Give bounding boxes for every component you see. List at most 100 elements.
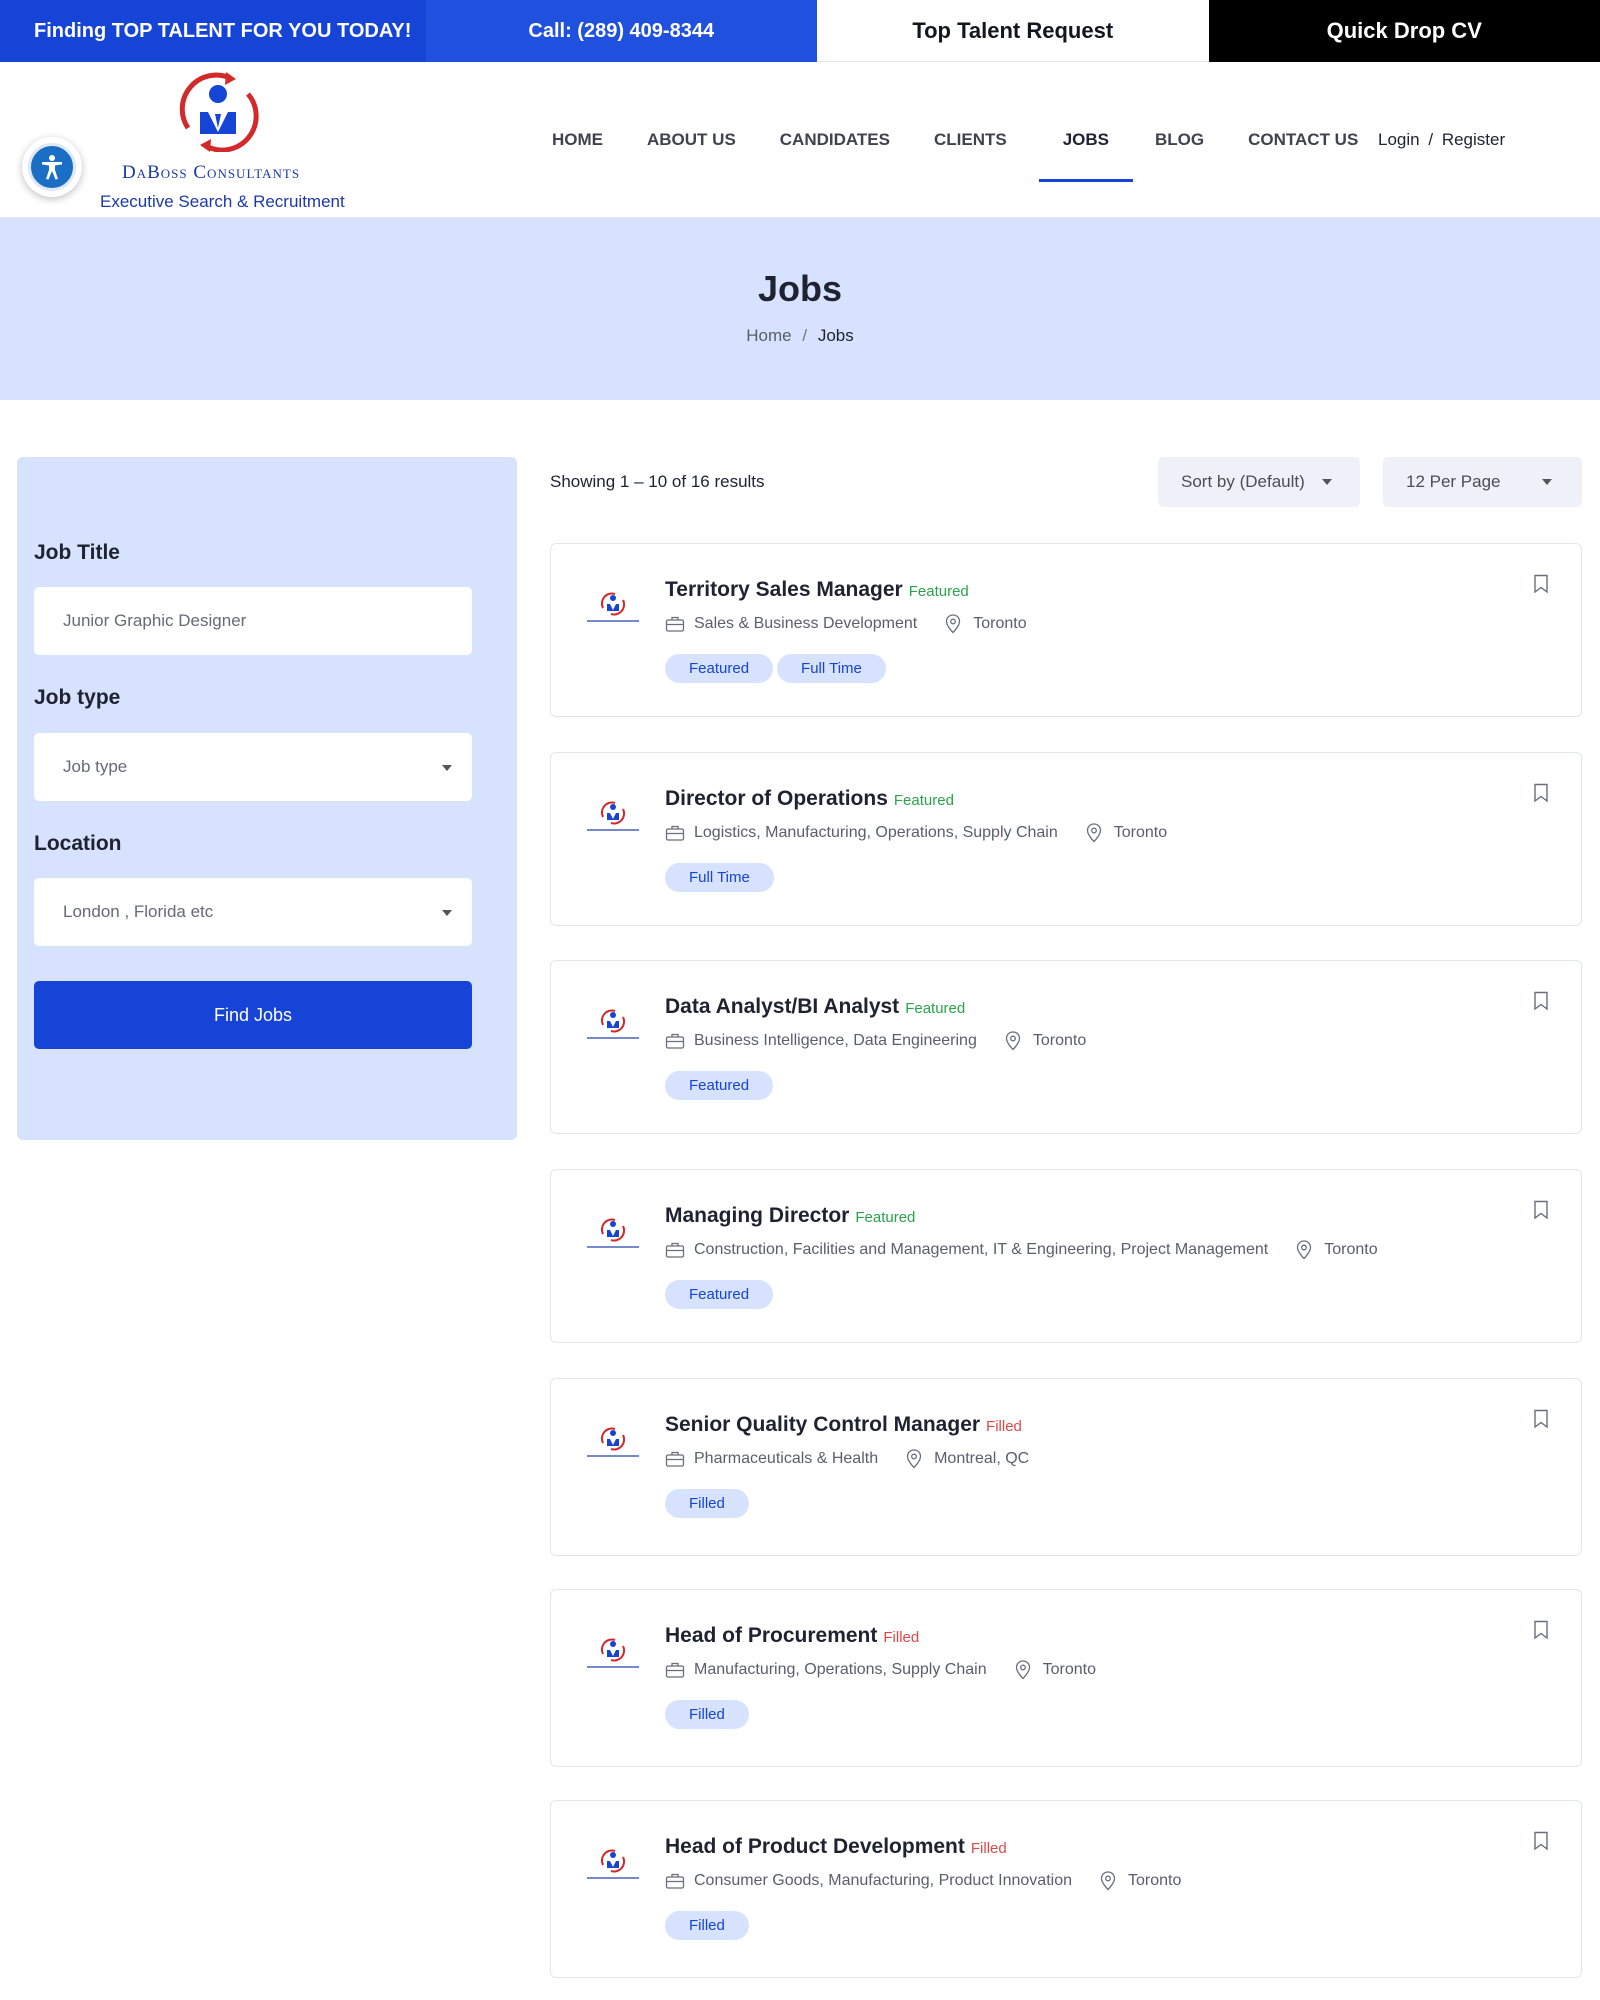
job-location: Toronto xyxy=(1127,1872,1182,1889)
nav-about-us[interactable]: ABOUT US xyxy=(647,62,736,218)
nav-home[interactable]: HOME xyxy=(552,62,603,218)
job-title[interactable]: Senior Quality Control Manager Filled xyxy=(665,1413,1022,1437)
location-select[interactable]: London , Florida etc xyxy=(34,878,472,946)
bookmark-icon[interactable] xyxy=(1533,1831,1549,1851)
job-category: Construction, Facilities and Management,… xyxy=(694,1241,1269,1258)
job-title[interactable]: Territory Sales Manager Featured xyxy=(665,578,969,602)
job-card[interactable]: Managing Director Featured Construction, … xyxy=(550,1169,1582,1343)
job-card[interactable]: Director of Operations Featured Logistics… xyxy=(550,752,1582,926)
job-category: Pharmaceuticals & Health xyxy=(694,1450,879,1467)
map-pin-icon xyxy=(1086,823,1102,843)
job-type-select[interactable]: Job type xyxy=(34,733,472,801)
per-page-dropdown[interactable]: 12 Per Page xyxy=(1383,457,1582,507)
job-tag[interactable]: Featured xyxy=(665,654,774,683)
job-tag[interactable]: Filled xyxy=(665,1700,749,1729)
job-location: Montreal, QC xyxy=(934,1450,1030,1467)
company-logo-icon xyxy=(587,1849,639,1879)
logo-mark-icon xyxy=(179,72,259,152)
job-category: Logistics, Manufacturing, Operations, Su… xyxy=(694,824,1058,841)
job-tags: Full Time xyxy=(665,863,778,892)
job-title-text: Data Analyst/BI Analyst xyxy=(665,995,900,1018)
map-pin-icon xyxy=(1005,1031,1021,1051)
nav-blog[interactable]: BLOG xyxy=(1155,62,1204,218)
job-tag[interactable]: Featured xyxy=(665,1071,774,1100)
job-tag[interactable]: Filled xyxy=(665,1911,749,1940)
job-tags: Featured xyxy=(665,1280,777,1309)
location-label: Location xyxy=(34,832,122,855)
chevron-down-icon xyxy=(442,765,452,771)
job-tag[interactable]: Filled xyxy=(665,1489,749,1518)
job-title-text: Head of Product Development xyxy=(665,1835,965,1858)
job-title-input[interactable]: Junior Graphic Designer xyxy=(34,587,472,655)
nav-candidates[interactable]: CANDIDATES xyxy=(780,62,890,218)
bookmark-icon[interactable] xyxy=(1533,574,1549,594)
job-title[interactable]: Head of Procurement Filled xyxy=(665,1624,919,1648)
nav-contact-us[interactable]: CONTACT US xyxy=(1248,62,1358,218)
job-meta: Logistics, Manufacturing, Operations, Su… xyxy=(665,823,1167,843)
job-card[interactable]: Head of Product Development Filled Consum… xyxy=(550,1800,1582,1978)
job-title-text: Head of Procurement xyxy=(665,1624,878,1647)
job-category: Manufacturing, Operations, Supply Chain xyxy=(694,1661,987,1678)
job-tag[interactable]: Full Time xyxy=(777,654,886,683)
chevron-down-icon xyxy=(442,910,452,916)
login-register: Login / Register xyxy=(1378,62,1505,218)
job-status: Featured xyxy=(855,1209,916,1226)
quick-drop-cv-button[interactable]: Quick Drop CV xyxy=(1208,0,1600,62)
nav-jobs[interactable]: JOBS xyxy=(1038,62,1134,218)
job-tag[interactable]: Full Time xyxy=(665,863,774,892)
map-pin-icon xyxy=(1100,1871,1116,1891)
job-tags: Filled xyxy=(665,1911,753,1940)
job-meta: Business Intelligence, Data Engineering … xyxy=(665,1031,1086,1051)
nav-clients[interactable]: CLIENTS xyxy=(934,62,1007,218)
job-category: Consumer Goods, Manufacturing, Product I… xyxy=(694,1872,1072,1889)
job-title-label: Job Title xyxy=(34,541,120,564)
results-count: Showing 1 – 10 of 16 results xyxy=(550,472,765,491)
company-logo-icon xyxy=(587,1427,639,1457)
job-status: Featured xyxy=(905,1000,966,1017)
job-title[interactable]: Managing Director Featured xyxy=(665,1204,915,1228)
company-logo-icon xyxy=(587,1218,639,1248)
briefcase-icon xyxy=(665,615,685,633)
job-card[interactable]: Territory Sales Manager Featured Sales & … xyxy=(550,543,1582,717)
bookmark-icon[interactable] xyxy=(1533,1409,1549,1429)
page-title: Jobs xyxy=(757,268,843,309)
job-title[interactable]: Head of Product Development Filled xyxy=(665,1835,1007,1859)
breadcrumb-separator: / xyxy=(802,326,808,345)
job-title[interactable]: Data Analyst/BI Analyst Featured xyxy=(665,995,965,1019)
per-page-label: 12 Per Page xyxy=(1406,472,1501,491)
map-pin-icon xyxy=(945,614,961,634)
location-placeholder: London , Florida etc xyxy=(63,902,214,921)
job-meta: Pharmaceuticals & Health Montreal, QC xyxy=(665,1449,1029,1469)
bookmark-icon[interactable] xyxy=(1533,1620,1549,1640)
job-title[interactable]: Director of Operations Featured xyxy=(665,787,954,811)
job-status: Filled xyxy=(970,1840,1007,1857)
register-link[interactable]: Register xyxy=(1442,130,1505,149)
bookmark-icon[interactable] xyxy=(1533,1200,1549,1220)
top-bar: Finding TOP TALENT FOR YOU TODAY! Call: … xyxy=(0,0,1600,62)
job-card[interactable]: Senior Quality Control Manager Filled Pha… xyxy=(550,1378,1582,1556)
job-title-text: Senior Quality Control Manager xyxy=(665,1413,981,1436)
job-location: Toronto xyxy=(1113,824,1168,841)
job-card[interactable]: Data Analyst/BI Analyst Featured Business… xyxy=(550,960,1582,1134)
job-status: Featured xyxy=(893,792,954,809)
sort-dropdown[interactable]: Sort by (Default) xyxy=(1158,457,1360,507)
login-separator: / xyxy=(1428,130,1434,149)
company-logo-icon xyxy=(587,1009,639,1039)
job-meta: Construction, Facilities and Management,… xyxy=(665,1240,1378,1260)
job-tag[interactable]: Featured xyxy=(665,1280,774,1309)
find-jobs-button[interactable]: Find Jobs xyxy=(34,981,472,1049)
phone-link[interactable]: Call: (289) 409-8344 xyxy=(425,0,817,62)
job-category: Sales & Business Development xyxy=(694,615,918,632)
breadcrumb-home[interactable]: Home xyxy=(746,326,791,345)
job-type-label: Job type xyxy=(34,686,121,709)
company-logo-icon xyxy=(587,592,639,622)
bookmark-icon[interactable] xyxy=(1533,783,1549,803)
company-logo[interactable]: DaBoss Consultants Executive Search & Re… xyxy=(100,70,360,211)
login-link[interactable]: Login xyxy=(1378,130,1420,149)
job-card[interactable]: Head of Procurement Filled Manufacturing,… xyxy=(550,1589,1582,1767)
job-meta: Manufacturing, Operations, Supply Chain … xyxy=(665,1660,1096,1680)
briefcase-icon xyxy=(665,1450,685,1468)
top-talent-request-button[interactable]: Top Talent Request xyxy=(817,0,1209,62)
bookmark-icon[interactable] xyxy=(1533,991,1549,1011)
accessibility-button[interactable] xyxy=(22,137,82,197)
